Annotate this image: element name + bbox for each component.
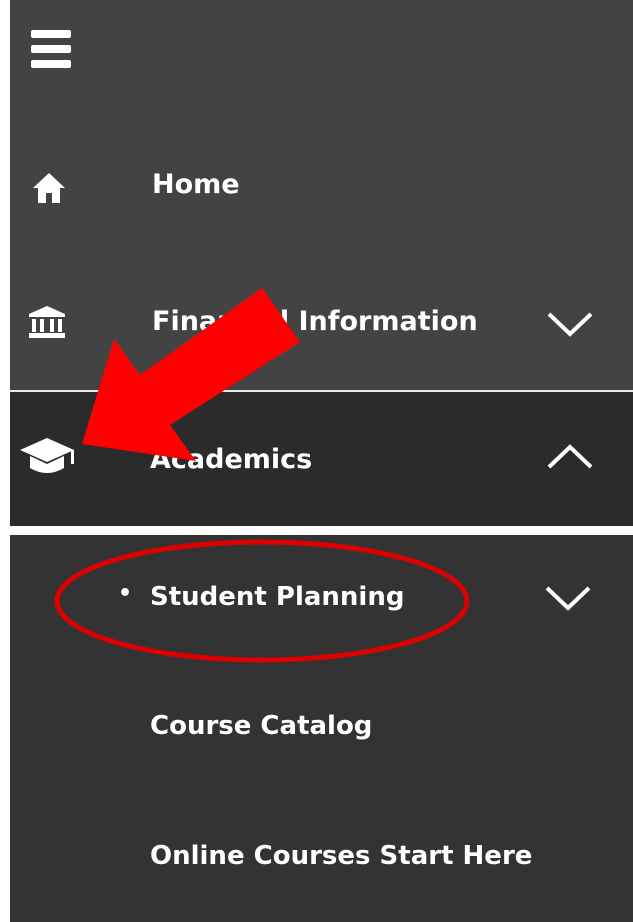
red-arrow-annotation <box>82 288 300 461</box>
annotation-overlay <box>54 288 470 663</box>
red-ellipse-annotation <box>54 539 470 663</box>
